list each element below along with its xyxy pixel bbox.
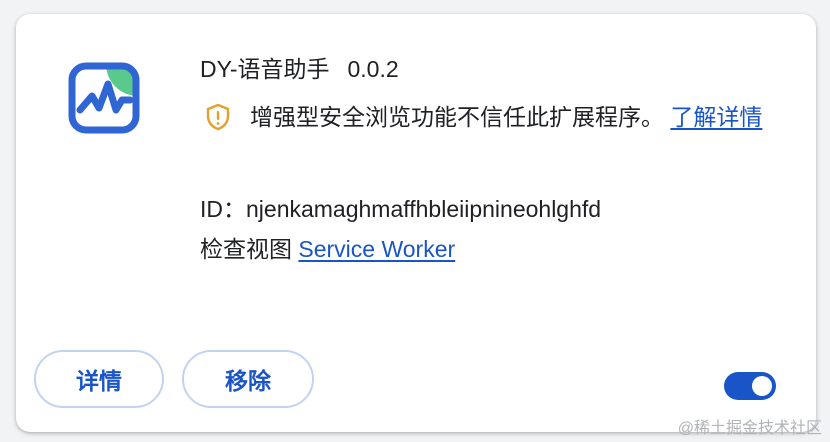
id-label: ID： (200, 196, 246, 222)
details-button[interactable]: 详情 (34, 350, 164, 408)
learn-more-link[interactable]: 了解详情 (670, 104, 762, 130)
warning-text: 增强型安全浏览功能不信任此扩展程序。 (250, 104, 664, 130)
enable-toggle[interactable] (724, 372, 776, 400)
shield-warning-icon (206, 103, 230, 131)
title-row: DY-语音助手 0.0.2 (200, 54, 780, 84)
inspect-views-label: 检查视图 (200, 236, 292, 262)
extension-id-row: ID：njenkamaghmaffhbleiipnineohlghfd (200, 194, 780, 224)
remove-button[interactable]: 移除 (182, 350, 314, 408)
extension-card: DY-语音助手 0.0.2 增强型安全浏览功能不信任此扩展程序。 了解详情 ID… (16, 14, 816, 432)
extension-name: DY-语音助手 (200, 56, 330, 82)
toggle-knob (752, 376, 772, 396)
extension-info: DY-语音助手 0.0.2 增强型安全浏览功能不信任此扩展程序。 了解详情 ID… (200, 54, 780, 264)
chart-line-icon (68, 62, 140, 134)
watermark: @稀土掘金技术社区 (677, 420, 822, 437)
id-value: njenkamaghmaffhbleiipnineohlghfd (246, 196, 602, 222)
previous-card-edge (0, 0, 830, 14)
inspect-views-row: 检查视图 Service Worker (200, 234, 780, 264)
service-worker-link[interactable]: Service Worker (298, 236, 455, 262)
safe-browsing-warning: 增强型安全浏览功能不信任此扩展程序。 了解详情 (200, 98, 780, 136)
extension-version: 0.0.2 (347, 56, 399, 82)
